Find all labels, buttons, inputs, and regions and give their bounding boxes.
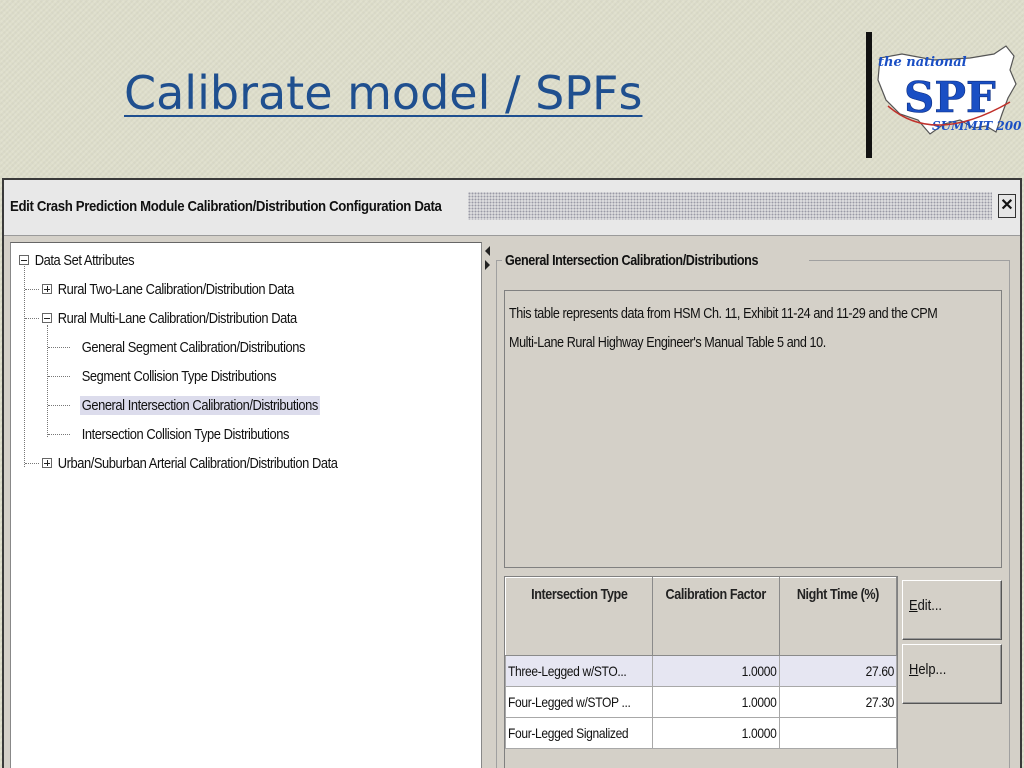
collapse-icon[interactable] <box>42 313 52 323</box>
tree-item-general-segment[interactable]: General Segment Calibration/Distribution… <box>80 336 344 358</box>
collapse-icon[interactable] <box>19 255 29 265</box>
table-cell[interactable]: Four-Legged w/STOP ... <box>504 686 654 718</box>
table-cell[interactable]: 1.0000 <box>652 655 780 687</box>
split-right-arrow-icon[interactable] <box>485 260 490 270</box>
table-cell[interactable]: 1.0000 <box>652 686 780 718</box>
dialog-titlebar[interactable]: Edit Crash Prediction Module Calibration… <box>4 180 1020 236</box>
close-icon[interactable]: ✕ <box>998 194 1016 218</box>
calibration-table[interactable]: Intersection Type Calibration Factor Nig… <box>504 576 898 768</box>
table-row[interactable]: Four-Legged Signalized 1.0000 <box>504 717 898 749</box>
table-cell[interactable]: 27.60 <box>778 655 898 687</box>
tree-view[interactable]: Data Set Attributes Rural Two-Lane Calib… <box>10 242 482 768</box>
edit-button[interactable]: Edit... <box>902 580 1002 640</box>
expand-icon[interactable] <box>42 458 52 468</box>
dialog-title: Edit Crash Prediction Module Calibration… <box>10 198 442 215</box>
table-cell[interactable] <box>778 717 898 749</box>
logo-divider <box>866 32 872 158</box>
svg-text:SUMMIT 2009: SUMMIT 2009 <box>932 119 1022 133</box>
column-header-night-time[interactable]: Night Time (%) <box>778 577 898 656</box>
table-cell[interactable]: Four-Legged Signalized <box>504 717 654 749</box>
expand-icon[interactable] <box>42 284 52 294</box>
tree-root[interactable]: Data Set Attributes <box>19 249 153 271</box>
svg-text:the national: the national <box>878 55 967 70</box>
group-title: General Intersection Calibration/Distrib… <box>502 252 810 269</box>
description-text: This table represents data from HSM Ch. … <box>504 290 1002 568</box>
split-left-arrow-icon[interactable] <box>485 246 490 256</box>
table-cell[interactable]: 27.30 <box>778 686 898 718</box>
help-button[interactable]: Help... <box>902 644 1002 704</box>
table-row[interactable]: Four-Legged w/STOP ... 1.0000 27.30 <box>504 686 898 718</box>
slide-title: Calibrate model / SPFs <box>124 66 643 120</box>
table-cell[interactable]: Three-Legged w/STO... <box>504 655 654 687</box>
tree-item-rural-two-lane[interactable]: Rural Two-Lane Calibration/Distribution … <box>42 278 335 300</box>
config-dialog: Edit Crash Prediction Module Calibration… <box>2 178 1022 768</box>
tree-item-general-intersection[interactable]: General Intersection Calibration/Distrib… <box>80 394 359 416</box>
table-header-row: Intersection Type Calibration Factor Nig… <box>504 577 898 656</box>
tree-item-rural-multi-lane[interactable]: Rural Multi-Lane Calibration/Distributio… <box>42 307 338 329</box>
tree-item-intersection-collision[interactable]: Intersection Collision Type Distribution… <box>80 423 325 445</box>
split-pane-divider[interactable] <box>484 242 492 768</box>
tree-item-segment-collision[interactable]: Segment Collision Type Distributions <box>80 365 310 387</box>
tree-item-urban-suburban[interactable]: Urban/Suburban Arterial Calibration/Dist… <box>42 452 385 474</box>
column-header-intersection-type[interactable]: Intersection Type <box>504 577 654 656</box>
table-cell[interactable]: 1.0000 <box>652 717 780 749</box>
titlebar-grip[interactable] <box>468 192 992 220</box>
table-row[interactable]: Three-Legged w/STO... 1.0000 27.60 <box>504 655 898 687</box>
spf-summit-logo: the national SPF SUMMIT 2009 <box>874 36 1024 146</box>
column-header-calibration-factor[interactable]: Calibration Factor <box>652 577 780 656</box>
svg-text:SPF: SPF <box>904 73 996 122</box>
